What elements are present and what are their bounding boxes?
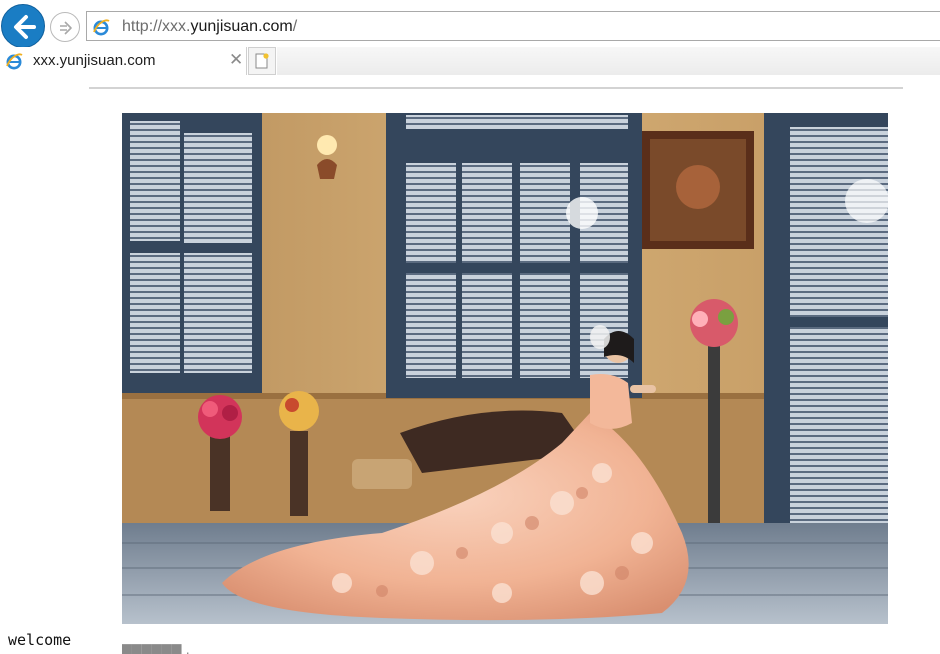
tab-strip: xxx.yunjisuan.com ✕ xyxy=(0,47,940,75)
url-suffix: / xyxy=(292,18,298,35)
back-button[interactable] xyxy=(1,4,45,48)
forward-button[interactable] xyxy=(50,12,80,42)
back-arrow-icon xyxy=(14,15,36,39)
caption-text: ██████ · xyxy=(122,644,191,654)
bride-photo-illustration xyxy=(122,113,888,624)
new-tab-button[interactable] xyxy=(248,47,276,75)
internet-explorer-icon xyxy=(93,19,110,36)
tab-title: xxx.yunjisuan.com xyxy=(33,52,156,69)
address-url[interactable]: http://xxx.yunjisuan.com/ xyxy=(122,18,297,36)
url-prefix: http://xxx. xyxy=(122,18,191,35)
forward-arrow-icon xyxy=(60,21,72,35)
welcome-text: welcome xyxy=(8,631,72,649)
close-tab-icon[interactable]: ✕ xyxy=(229,50,243,70)
address-bar[interactable]: http://xxx.yunjisuan.com/ xyxy=(86,11,940,41)
new-tab-icon xyxy=(255,53,269,69)
wedding-photo xyxy=(122,113,888,624)
internet-explorer-icon xyxy=(6,53,23,70)
tab-strip-background xyxy=(277,47,940,75)
tab-active[interactable]: xxx.yunjisuan.com ✕ xyxy=(0,47,247,75)
page-divider xyxy=(89,87,903,89)
url-domain: yunjisuan.com xyxy=(190,18,293,35)
